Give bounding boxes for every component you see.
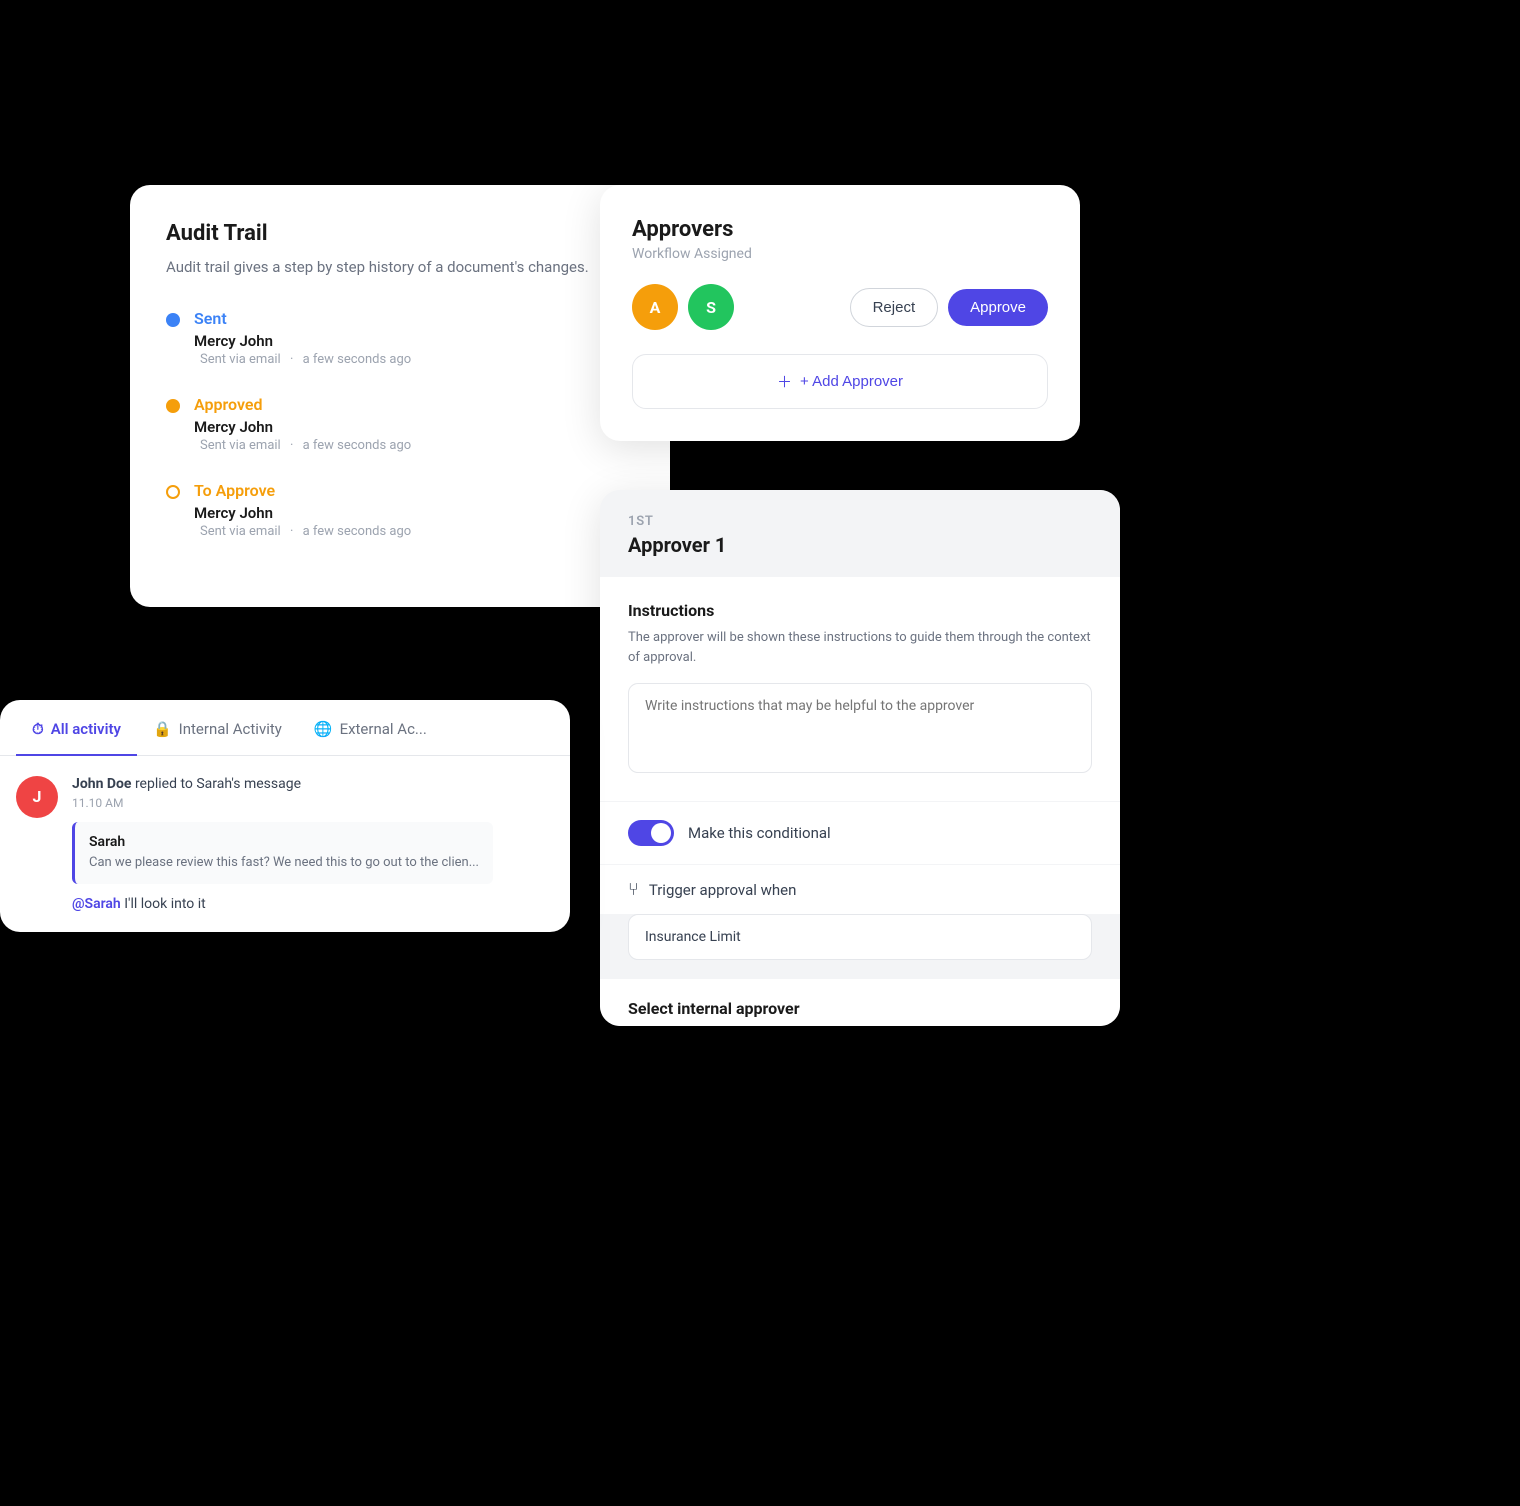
select-approver-label: Select internal approver	[628, 999, 1092, 1018]
conditional-label: Make this conditional	[688, 824, 831, 842]
tab-all-activity[interactable]: ⏱ All activity	[16, 700, 137, 756]
timeline-item-to-approve: To Approve Mercy John Sent via email · a…	[166, 481, 634, 539]
workflow-label: Workflow Assigned	[632, 246, 1048, 262]
approvers-row: A S Reject Approve	[632, 284, 1048, 330]
instructions-section: Instructions The approver will be shown …	[600, 577, 1120, 801]
approve-button[interactable]: Approve	[948, 289, 1048, 326]
activity-body: J John Doe replied to Sarah's message 11…	[0, 756, 570, 932]
timeline-meta-sent: Sent via email · a few seconds ago	[194, 352, 417, 367]
timeline-status-sent: Sent	[194, 309, 417, 328]
timeline-meta-approved: Sent via email · a few seconds ago	[194, 438, 417, 453]
reply-text: @Sarah I'll look into it	[72, 896, 493, 912]
approver-order: 1ST	[628, 514, 1092, 529]
activity-tabs: ⏱ All activity 🔒 Internal Activity 🌐 Ext…	[0, 700, 570, 756]
lock-icon: 🔒	[153, 720, 172, 738]
avatar-a: A	[632, 284, 678, 330]
timeline-dot-to-approve	[166, 485, 180, 499]
tab-external-activity[interactable]: 🌐 External Ac...	[298, 700, 443, 756]
quoted-message: Sarah Can we please review this fast? We…	[72, 822, 493, 884]
timeline-status-approved: Approved	[194, 395, 417, 414]
instructions-desc: The approver will be shown these instruc…	[628, 628, 1092, 667]
audit-trail-card: Audit Trail Audit trail gives a step by …	[130, 185, 670, 607]
timeline-item-sent: Sent Mercy John Sent via email · a few s…	[166, 309, 634, 367]
trigger-label: Trigger approval when	[649, 881, 797, 899]
timeline-dot-sent	[166, 313, 180, 327]
timeline-name-to-approve: Mercy John	[194, 504, 417, 522]
avatar-s: S	[688, 284, 734, 330]
globe-icon: 🌐	[314, 720, 333, 738]
activity-card: ⏱ All activity 🔒 Internal Activity 🌐 Ext…	[0, 700, 570, 932]
reject-button[interactable]: Reject	[850, 288, 939, 327]
clock-icon: ⏱	[32, 720, 44, 738]
message-time: 11.10 AM	[72, 796, 493, 810]
approver-header: 1ST Approver 1	[600, 490, 1120, 577]
audit-trail-subtitle: Audit trail gives a step by step history…	[166, 256, 634, 279]
timeline-dot-approved	[166, 399, 180, 413]
trigger-row: ⑂ Trigger approval when	[600, 864, 1120, 914]
plus-icon: ＋	[777, 371, 792, 392]
select-approver-section: Select internal approver	[600, 978, 1120, 1026]
conditional-toggle[interactable]	[628, 820, 674, 846]
timeline-item-approved: Approved Mercy John Sent via email · a f…	[166, 395, 634, 453]
timeline-name-sent: Mercy John	[194, 332, 417, 350]
trigger-icon: ⑂	[628, 879, 639, 900]
audit-trail-title: Audit Trail	[166, 221, 634, 246]
instructions-label: Instructions	[628, 601, 1092, 620]
timeline-meta-to-approve: Sent via email · a few seconds ago	[194, 524, 417, 539]
timeline-name-approved: Mercy John	[194, 418, 417, 436]
add-approver-button[interactable]: ＋ + Add Approver	[632, 354, 1048, 409]
approver-settings-panel: 1ST Approver 1 Instructions The approver…	[600, 490, 1120, 1026]
tab-internal-activity[interactable]: 🔒 Internal Activity	[137, 700, 298, 756]
timeline-status-to-approve: To Approve	[194, 481, 417, 500]
activity-message: J John Doe replied to Sarah's message 11…	[16, 776, 554, 912]
message-header: John Doe replied to Sarah's message	[72, 776, 493, 792]
conditional-row: Make this conditional	[600, 801, 1120, 864]
approvers-card: Approvers Workflow Assigned A S Reject A…	[600, 185, 1080, 441]
instructions-textarea[interactable]	[628, 683, 1092, 773]
approvers-title: Approvers	[632, 217, 1048, 242]
user-avatar: J	[16, 776, 58, 818]
approver-name-title: Approver 1	[628, 533, 1092, 557]
insurance-field[interactable]: Insurance Limit	[628, 914, 1092, 960]
